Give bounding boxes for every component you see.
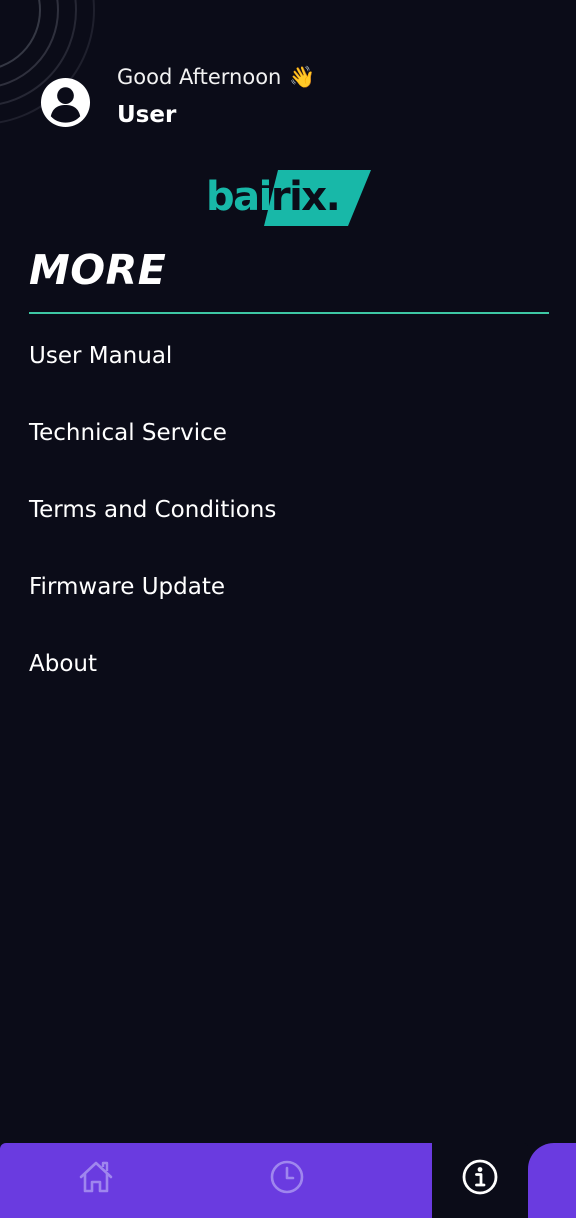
menu-item-about[interactable]: About: [29, 644, 549, 721]
page-title: MORE: [29, 246, 167, 294]
home-icon: [79, 1161, 113, 1193]
greeting-block: Good Afternoon 👋 User: [117, 62, 316, 128]
username: User: [117, 102, 177, 128]
more-screen: Good Afternoon 👋 User bairix. MORE User …: [0, 0, 576, 1218]
menu-item-user-manual[interactable]: User Manual: [29, 336, 549, 413]
waving-hand-icon: 👋: [289, 65, 316, 89]
nav-home-button[interactable]: [76, 1157, 116, 1197]
bairix-logo: bairix.: [206, 168, 372, 228]
bottom-nav-bar-end: [528, 1143, 576, 1218]
logo-wordmark: bairix.: [206, 174, 341, 220]
greeting-text: Good Afternoon: [117, 65, 282, 89]
greeting-header: Good Afternoon 👋 User: [40, 62, 316, 142]
greeting-text-row: Good Afternoon 👋: [117, 62, 316, 92]
bottom-nav-bar: [0, 1143, 432, 1218]
title-divider: [29, 312, 549, 314]
logo-part-rix: rix.: [270, 174, 341, 220]
bottom-nav: [0, 1143, 576, 1218]
nav-history-button[interactable]: [267, 1157, 307, 1197]
logo-part-bai: bai: [206, 174, 272, 220]
menu-item-technical-service[interactable]: Technical Service: [29, 413, 549, 490]
clock-icon: [270, 1160, 304, 1194]
more-menu: User Manual Technical Service Terms and …: [29, 336, 549, 721]
menu-item-terms-and-conditions[interactable]: Terms and Conditions: [29, 490, 549, 567]
info-icon: [462, 1159, 498, 1195]
nav-info-button[interactable]: [460, 1157, 500, 1197]
menu-item-firmware-update[interactable]: Firmware Update: [29, 567, 549, 644]
user-circle-icon[interactable]: [40, 77, 91, 128]
